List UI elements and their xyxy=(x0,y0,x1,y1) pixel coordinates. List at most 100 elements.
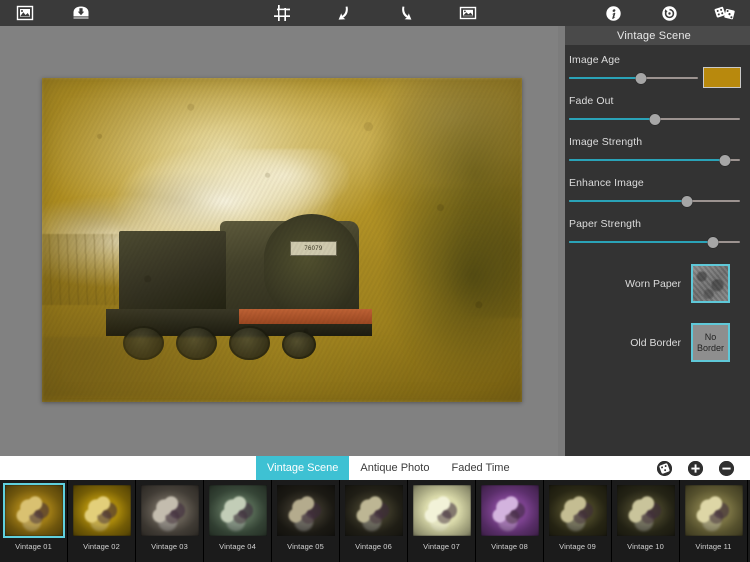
option-label: Old Border xyxy=(630,336,681,349)
slider-label: Fade Out xyxy=(569,95,614,107)
preset-item[interactable]: Vintage 03 xyxy=(136,480,204,562)
option-old-border: Old Border No Border xyxy=(569,323,740,362)
slider-paper-strength-control[interactable] xyxy=(569,236,740,248)
preset-filmstrip[interactable]: Vintage 01 Vintage 02 Vintage 03 Vintage 04… xyxy=(0,480,750,562)
slider-handle[interactable] xyxy=(635,72,647,84)
preset-item[interactable]: Vintage 09 xyxy=(544,480,612,562)
edge-wear-layer xyxy=(42,78,522,402)
preset-item[interactable]: Vintage 01 xyxy=(0,480,68,562)
random-preset-icon[interactable] xyxy=(657,460,672,476)
preset-label: Vintage 03 xyxy=(151,542,188,551)
old-border-thumbnail[interactable]: No Border xyxy=(691,323,730,362)
panel-divider xyxy=(558,26,565,456)
preset-item[interactable]: Vintage 06 xyxy=(340,480,408,562)
add-preset-icon[interactable] xyxy=(688,460,703,476)
slider-enhance-image: Enhance Image xyxy=(569,177,740,207)
slider-label: Image Age xyxy=(569,54,621,66)
preset-label: Vintage 02 xyxy=(83,542,120,551)
photo-canvas[interactable]: 76079 xyxy=(42,78,522,402)
slider-fill xyxy=(569,77,641,79)
slider-image-strength-control[interactable] xyxy=(569,154,740,166)
slider-paper-strength: Paper Strength xyxy=(569,218,740,248)
preset-vignette xyxy=(684,485,743,536)
top-toolbar xyxy=(0,0,750,26)
slider-enhance-image-control[interactable] xyxy=(569,195,740,207)
panel-body: Image Age Fade Out Image Strength Enhanc… xyxy=(558,45,750,362)
effect-settings-panel: Vintage Scene Image Age Fade Out Image S… xyxy=(558,26,750,456)
crop-icon[interactable] xyxy=(271,2,293,24)
preset-label: Vintage 06 xyxy=(355,542,392,551)
preset-label: Vintage 09 xyxy=(559,542,596,551)
category-tab-bar: Vintage Scene Antique Photo Faded Time xyxy=(0,456,750,480)
tab-actions xyxy=(657,456,750,480)
slider-fill xyxy=(569,200,687,202)
tab-faded-time[interactable]: Faded Time xyxy=(440,456,520,480)
slider-label: Paper Strength xyxy=(569,218,642,230)
preset-vignette xyxy=(140,485,199,536)
toolbar-left-group xyxy=(14,2,92,24)
slider-handle[interactable] xyxy=(649,113,660,125)
preset-thumbnail[interactable] xyxy=(343,483,405,538)
preset-item[interactable]: Vintage 10 xyxy=(612,480,680,562)
slider-label: Image Strength xyxy=(569,136,643,148)
preset-item[interactable]: Vintage 04 xyxy=(204,480,272,562)
option-worn-paper: Worn Paper xyxy=(569,264,740,303)
canvas-area[interactable]: 76079 xyxy=(0,26,558,456)
save-image-icon[interactable] xyxy=(70,2,92,24)
preset-label: Vintage 01 xyxy=(15,542,52,551)
preset-label: Vintage 11 xyxy=(695,542,732,551)
preset-vignette xyxy=(480,485,539,536)
preset-thumbnail[interactable] xyxy=(479,483,541,538)
slider-fade-out-control[interactable] xyxy=(569,113,740,125)
preset-vignette xyxy=(72,485,131,536)
preset-thumbnail[interactable] xyxy=(2,483,65,538)
reset-icon[interactable] xyxy=(658,2,680,24)
slider-fill xyxy=(569,241,713,243)
preset-vignette xyxy=(4,485,63,536)
edited-photo: 76079 xyxy=(42,78,522,402)
preset-vignette xyxy=(344,485,403,536)
slider-image-age: Image Age xyxy=(569,54,741,88)
preset-thumbnail[interactable] xyxy=(615,483,677,538)
redo-icon[interactable] xyxy=(395,2,417,24)
random-effect-icon[interactable] xyxy=(714,2,736,24)
preset-vignette xyxy=(412,485,471,536)
preset-item[interactable]: Vintage 08 xyxy=(476,480,544,562)
tab-vintage-scene[interactable]: Vintage Scene xyxy=(256,456,350,480)
tint-color-swatch[interactable] xyxy=(703,67,741,88)
preset-thumbnail[interactable] xyxy=(139,483,201,538)
toolbar-right-group xyxy=(602,2,736,24)
preset-item[interactable]: Vintage 02 xyxy=(68,480,136,562)
open-image-icon[interactable] xyxy=(14,2,36,24)
slider-fill xyxy=(569,159,725,161)
preset-thumbnail[interactable] xyxy=(71,483,133,538)
slider-handle[interactable] xyxy=(681,195,693,207)
preset-thumbnail[interactable] xyxy=(683,483,745,538)
slider-fill xyxy=(569,118,655,120)
tab-list: Vintage Scene Antique Photo Faded Time xyxy=(256,456,521,480)
slider-handle[interactable] xyxy=(719,154,731,166)
slider-label: Enhance Image xyxy=(569,177,644,189)
slider-image-age-control[interactable] xyxy=(569,67,741,88)
slider-image-strength: Image Strength xyxy=(569,136,740,166)
undo-icon[interactable] xyxy=(333,2,355,24)
info-icon[interactable] xyxy=(602,2,624,24)
app-window: 76079 Vintage Scene Image Age xyxy=(0,0,750,562)
tab-antique-photo[interactable]: Antique Photo xyxy=(349,456,440,480)
preset-item[interactable]: Vintage 11 xyxy=(680,480,748,562)
preset-item[interactable]: Vintage 05 xyxy=(272,480,340,562)
preset-item[interactable]: Vintage 07 xyxy=(408,480,476,562)
preset-label: Vintage 07 xyxy=(423,542,460,551)
slider-handle[interactable] xyxy=(707,236,719,248)
preset-thumbnail[interactable] xyxy=(411,483,473,538)
preset-thumbnail[interactable] xyxy=(207,483,269,538)
slider-fade-out: Fade Out xyxy=(569,95,740,125)
preset-thumbnail[interactable] xyxy=(547,483,609,538)
option-label: Worn Paper xyxy=(625,277,681,290)
remove-preset-icon[interactable] xyxy=(719,460,734,476)
worn-paper-thumbnail[interactable] xyxy=(691,264,730,303)
compare-image-icon[interactable] xyxy=(457,2,479,24)
preset-label: Vintage 04 xyxy=(219,542,256,551)
preset-thumbnail[interactable] xyxy=(275,483,337,538)
preset-vignette xyxy=(208,485,267,536)
